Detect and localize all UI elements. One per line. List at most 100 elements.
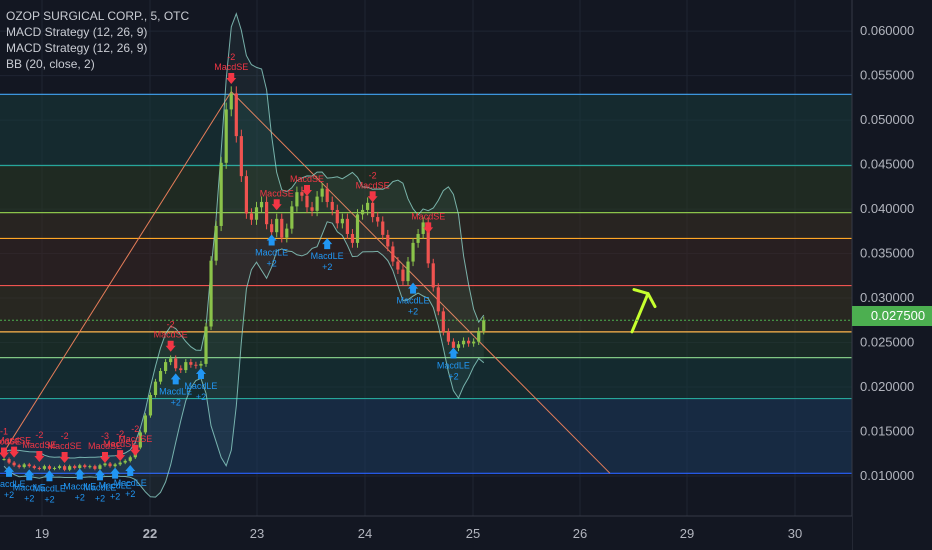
price-chart[interactable]: MacdSE-1MacdSEMacdSE-2MacdSE-2MacdSE-3Ma… [0,0,932,550]
long-signal-label: +2 [267,259,277,269]
fib-zone [0,165,852,213]
candle-body [355,214,360,243]
candle-body [199,363,203,366]
candle-body [249,213,254,220]
candle-body [285,228,289,238]
short-signal-label: MacdSE [260,188,294,198]
time-tick-label: 25 [466,526,480,541]
candle-body [244,176,248,214]
indicator-macd-1[interactable]: MACD Strategy (12, 26, 9) [6,24,189,40]
candle-body [254,207,259,220]
candle-body [189,362,193,365]
candle-body [416,233,420,243]
candle-body [88,466,92,468]
candle-body [411,242,415,262]
candle-body [32,466,36,468]
time-axis-background [0,516,852,550]
current-price-tag: 0.027500 [852,306,932,326]
long-signal-label: +2 [24,493,34,503]
candle-body [366,202,370,210]
candle-body [295,192,299,207]
short-signal-label: -2 [167,320,175,330]
candle-body [300,192,304,196]
long-signal-label: +2 [196,392,206,402]
candle-body [280,218,284,238]
candle-body [239,136,243,177]
indicator-macd-2[interactable]: MACD Strategy (12, 26, 9) [6,40,189,56]
candle-body [103,463,107,466]
long-signal-label: MacdLE [255,248,288,258]
long-signal-label: MacdLE [114,478,147,488]
price-tick-label: 0.060000 [860,23,914,38]
candle-body [229,93,233,110]
candle-body [376,217,380,222]
candle-body [128,457,132,461]
candle-body [381,221,385,235]
candle-body [143,415,147,433]
candle-body [386,234,390,247]
candle-body [275,218,279,233]
price-tick-label: 0.010000 [860,468,914,483]
candle-body [259,201,264,208]
time-tick-label: 23 [250,526,264,541]
short-signal-label: MacdSE [118,434,152,444]
candle-body [461,340,466,345]
time-tick-label: 22 [143,526,157,541]
symbol-title[interactable]: OZOP SURGICAL CORP., 5, OTC [6,8,189,24]
candle-body [482,320,486,331]
candle-body [194,364,198,366]
candle-body [401,269,405,282]
price-tick-label: 0.035000 [860,246,914,261]
candle-body [12,462,16,466]
time-tick-label: 26 [573,526,587,541]
long-signal-label: +2 [171,397,181,407]
candle-body [108,463,112,467]
candle-body [153,381,158,396]
fib-zone [0,331,852,358]
candle-body [164,362,168,371]
candle-body [456,344,461,348]
price-axis[interactable]: 0.060000 0.055000 0.050000 0.045000 0.040000… [851,0,932,550]
short-signal-label: -2 [35,430,43,440]
long-signal-label: +2 [448,372,458,382]
long-signal-label: MacdLE [437,361,470,371]
long-signal-label: +2 [408,307,418,317]
candle-body [451,341,456,348]
candle-body [310,207,314,211]
candle-body [93,466,97,469]
candle-body [224,109,228,163]
price-tick-label: 0.025000 [860,335,914,350]
candle-body [73,466,77,468]
candle-body [345,218,349,234]
price-tick-label: 0.040000 [860,201,914,216]
short-signal-label: MacdSE [290,174,324,184]
short-signal-label: -2 [131,424,139,434]
candle-body [214,225,218,261]
candle-body [391,246,395,262]
candle-body [113,464,117,467]
candle-body [472,341,476,344]
short-signal-label: MacdSE [411,211,445,221]
price-tick-label: 0.045000 [860,157,914,172]
candle-body [305,195,309,208]
candle-body [63,466,67,470]
candle-body [52,467,57,469]
indicator-bollinger-bands[interactable]: BB (20, close, 2) [6,56,189,72]
candle-body [350,233,355,243]
time-axis[interactable]: 19 22 23 24 25 26 29 30 [0,515,852,550]
candle-body [371,202,375,218]
time-tick-label: 19 [35,526,49,541]
time-tick-label: 24 [358,526,372,541]
candle-body [123,460,127,463]
long-signal-label: MacdLE [33,483,66,493]
candle-body [27,464,31,467]
candle-body [265,201,269,225]
candle-body [441,311,445,332]
candle-body [148,395,153,416]
price-tick-label: 0.055000 [860,68,914,83]
short-signal-label: MacdSE [214,62,248,72]
time-tick-label: 30 [788,526,802,541]
candle-body [315,196,319,211]
short-signal-label: -2 [227,52,235,62]
short-signal-label: MacdSE [154,330,188,340]
